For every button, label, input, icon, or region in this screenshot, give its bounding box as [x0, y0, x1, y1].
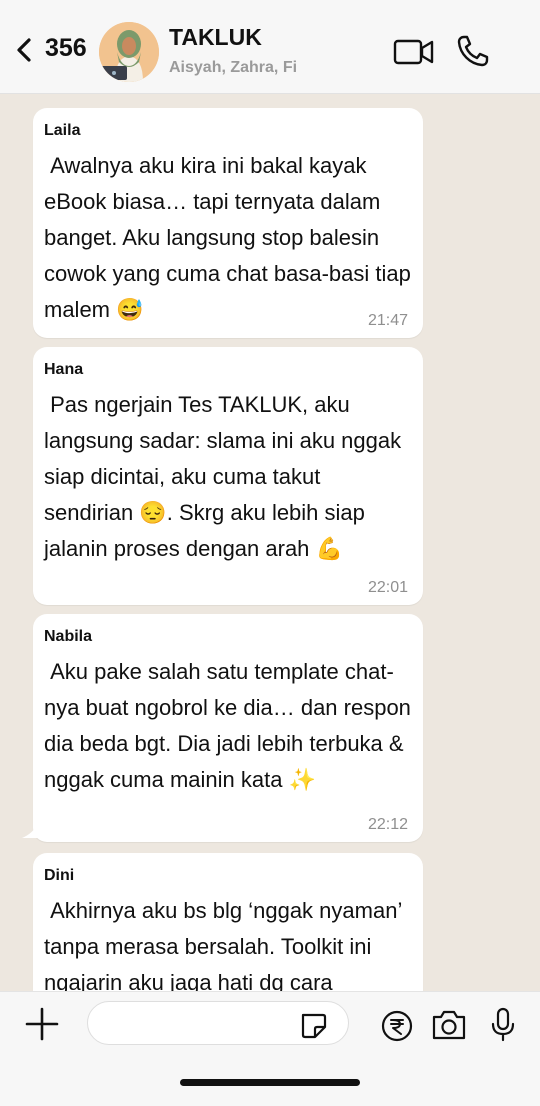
message-time: 21:47 — [367, 312, 408, 329]
camera-icon[interactable] — [430, 1007, 468, 1043]
message-bubble[interactable]: Dini Akhirnya aku bs blg ‘nggak nyaman’ … — [33, 853, 423, 991]
message-sender: Laila — [44, 122, 81, 139]
payment-rupee-icon[interactable] — [380, 1009, 414, 1043]
message-sender: Hana — [44, 361, 84, 378]
message-text: Aku pake salah satu template chat-nya bu… — [44, 659, 418, 792]
voice-call-icon[interactable] — [455, 33, 493, 69]
message-input[interactable] — [102, 1008, 296, 1040]
chat-title[interactable]: TAKLUK — [169, 24, 262, 51]
message-bubble[interactable]: Laila Awalnya aku kira ini bakal kayak e… — [33, 108, 423, 338]
message-bubble[interactable]: Hana Pas ngerjain Tes TAKLUK, aku langsu… — [33, 347, 423, 605]
back-chevron-icon[interactable] — [10, 34, 40, 66]
message-list[interactable]: Laila Awalnya aku kira ini bakal kayak e… — [0, 94, 540, 991]
microphone-icon[interactable] — [488, 1006, 518, 1044]
message-text: Pas ngerjain Tes TAKLUK, aku langsung sa… — [44, 392, 408, 561]
chat-members[interactable]: Aisyah, Zahra, Fi — [169, 59, 297, 77]
chat-header: 356 TAKLUK Aisyah, Zahra, Fi — [0, 0, 540, 94]
message-bubble[interactable]: Nabila Aku pake salah satu template chat… — [33, 614, 423, 842]
message-text: Awalnya aku kira ini bakal kayak eBook b… — [44, 153, 417, 322]
bubble-tail — [22, 824, 38, 838]
message-text: Akhirnya aku bs blg ‘nggak nyaman’ tanpa… — [44, 898, 408, 991]
message-time: 22:01 — [367, 579, 408, 596]
sticker-icon[interactable] — [298, 1011, 328, 1039]
composer-bar — [0, 991, 540, 1106]
unread-count[interactable]: 356 — [45, 34, 87, 63]
message-time: 22:12 — [367, 816, 408, 833]
message-input-box[interactable] — [87, 1001, 349, 1045]
home-indicator[interactable] — [180, 1079, 360, 1086]
video-call-icon[interactable] — [393, 37, 435, 67]
attach-plus-icon[interactable] — [24, 1006, 60, 1042]
message-sender: Dini — [44, 867, 75, 884]
group-avatar[interactable] — [99, 22, 159, 82]
message-sender: Nabila — [44, 628, 93, 645]
